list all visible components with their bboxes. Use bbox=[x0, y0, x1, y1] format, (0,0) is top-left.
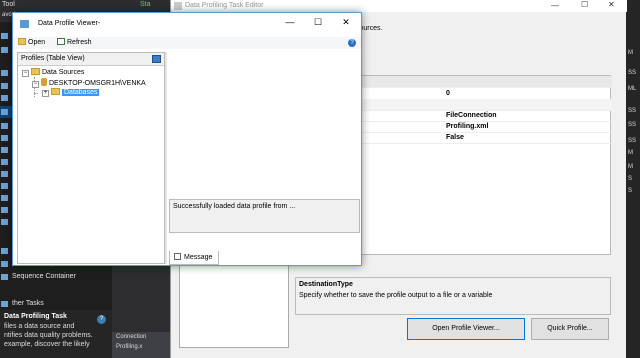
solution-item-label[interactable]: ML bbox=[628, 86, 636, 92]
folder-icon bbox=[51, 88, 60, 95]
viewer-titlebar: Data Profile Viewer- — ☐ ✕ bbox=[13, 13, 361, 35]
open-profile-viewer-button[interactable]: Open Profile Viewer... bbox=[407, 318, 525, 340]
message-icon bbox=[174, 253, 181, 260]
solution-item-label[interactable]: SS bbox=[628, 70, 636, 76]
maximize-icon[interactable]: ☐ bbox=[581, 0, 588, 9]
message-tab-label: Message bbox=[184, 254, 213, 261]
tree-node-label: Data Sources bbox=[42, 69, 85, 76]
toolbox-item-label: Sequence Container bbox=[12, 273, 76, 280]
profiles-tree[interactable]: − Data Sources − DESKTOP-OMSGR1H\VENKA + Da… bbox=[18, 67, 164, 263]
viewer-window-icon bbox=[20, 20, 29, 28]
message-box: Successfully loaded data profile from ..… bbox=[169, 199, 360, 233]
grid-row-value: False bbox=[446, 134, 464, 141]
tree-node-label-selected: Databases bbox=[62, 89, 100, 96]
property-description: DestinationType Specify whether to save … bbox=[295, 277, 611, 315]
solution-item-label[interactable]: SS bbox=[628, 108, 636, 114]
task-icon bbox=[1, 301, 8, 307]
refresh-label: Refresh bbox=[67, 39, 92, 46]
task-icon bbox=[1, 274, 8, 280]
viewer-close-icon[interactable]: ✕ bbox=[339, 17, 353, 28]
connection-managers-strip: Connection Profiling.x bbox=[112, 332, 172, 358]
refresh-button[interactable]: Refresh bbox=[57, 38, 92, 46]
task-icon bbox=[1, 171, 8, 177]
task-icon bbox=[1, 183, 8, 189]
toolbox-tab[interactable]: Tool bbox=[2, 1, 15, 8]
task-icon bbox=[1, 207, 8, 213]
message-tab[interactable]: Message bbox=[169, 251, 219, 265]
connections-tab[interactable]: Connection bbox=[112, 332, 172, 342]
task-icon bbox=[1, 147, 8, 153]
task-icon bbox=[1, 248, 8, 254]
tree-node-databases[interactable]: + Databases bbox=[42, 88, 100, 98]
solution-explorer-strip: M SS ML SS SS SS M M S S bbox=[626, 0, 640, 358]
server-icon bbox=[41, 78, 47, 86]
help-line: example, discover the likely bbox=[4, 341, 90, 348]
task-icon bbox=[1, 33, 8, 39]
profiles-header-label: Profiles (Table View) bbox=[21, 55, 85, 62]
profiles-header: Profiles (Table View) bbox=[18, 53, 164, 66]
solution-item-label[interactable]: SS bbox=[628, 122, 636, 128]
task-icon bbox=[1, 135, 8, 141]
folder-icon bbox=[31, 68, 40, 75]
refresh-icon bbox=[57, 38, 65, 45]
expand-icon[interactable]: + bbox=[42, 90, 49, 97]
help-icon[interactable]: ? bbox=[97, 315, 106, 324]
description-title: DestinationType bbox=[299, 281, 353, 288]
viewer-toolbar: Open Refresh ? bbox=[13, 37, 361, 49]
task-icon bbox=[1, 70, 8, 76]
start-button[interactable]: Sta bbox=[140, 1, 151, 8]
viewer-title: Data Profile Viewer- bbox=[38, 20, 101, 27]
task-icon bbox=[1, 95, 8, 101]
view-toggle-icon[interactable] bbox=[152, 55, 161, 63]
profiling-connection-item[interactable]: Profiling.x bbox=[112, 342, 172, 352]
close-icon[interactable]: ✕ bbox=[608, 0, 615, 9]
editor-title: Data Profiling Task Editor bbox=[185, 2, 264, 9]
toolbox-item[interactable]: Sequence Container bbox=[0, 271, 112, 283]
description-text: Specify whether to save the profile outp… bbox=[299, 292, 493, 299]
data-profile-viewer-window: Data Profile Viewer- — ☐ ✕ Open Refresh … bbox=[12, 12, 362, 266]
viewer-minimize-icon[interactable]: — bbox=[283, 17, 297, 27]
toolbox-item-label: ther Tasks bbox=[12, 300, 44, 307]
task-icon bbox=[1, 159, 8, 165]
toolbox-help-panel: Data Profiling Task files a data source … bbox=[0, 310, 112, 358]
profile-detail-pane bbox=[167, 52, 360, 192]
toolbox-item[interactable]: ther Tasks bbox=[0, 298, 112, 310]
quick-profile-button[interactable]: Quick Profile... bbox=[531, 318, 609, 340]
collapse-icon[interactable]: − bbox=[22, 70, 29, 77]
vs-menu-strip: Tool Sta bbox=[0, 0, 170, 12]
task-icon bbox=[1, 109, 8, 115]
solution-item-label[interactable]: SS bbox=[628, 138, 636, 144]
task-icon bbox=[1, 219, 8, 225]
help-line: ntifies data quality problems. bbox=[4, 332, 93, 339]
open-label: Open bbox=[28, 39, 46, 46]
editor-window-icon bbox=[174, 2, 182, 10]
solution-item-label[interactable]: M bbox=[628, 50, 633, 56]
open-folder-icon bbox=[18, 38, 26, 45]
solution-item-label[interactable]: M bbox=[628, 164, 633, 170]
task-icon bbox=[1, 83, 8, 89]
task-icon bbox=[1, 261, 8, 267]
viewer-maximize-icon[interactable]: ☐ bbox=[311, 17, 325, 28]
editor-left-pane[interactable] bbox=[179, 260, 289, 348]
tree-node-label: DESKTOP-OMSGR1H\VENKA bbox=[49, 80, 146, 87]
solution-item-label[interactable]: S bbox=[628, 176, 632, 182]
viewer-help-icon[interactable]: ? bbox=[348, 39, 356, 47]
solution-item-label[interactable]: S bbox=[628, 188, 632, 194]
task-icon bbox=[1, 123, 8, 129]
task-icon bbox=[1, 195, 8, 201]
message-text: Successfully loaded data profile from ..… bbox=[173, 203, 296, 210]
collapse-icon[interactable]: − bbox=[32, 81, 39, 88]
help-title: Data Profiling Task bbox=[4, 313, 67, 320]
tree-node-server[interactable]: − DESKTOP-OMSGR1H\VENKA bbox=[32, 78, 146, 88]
profiles-pane: Profiles (Table View) − Data Sources − DES… bbox=[17, 52, 165, 264]
tree-node-data-sources[interactable]: − Data Sources bbox=[22, 68, 84, 78]
help-line: files a data source and bbox=[4, 323, 75, 330]
minimize-icon[interactable]: — bbox=[551, 1, 559, 10]
open-button[interactable]: Open bbox=[18, 38, 45, 46]
task-icon bbox=[1, 47, 8, 53]
solution-item-label[interactable]: M bbox=[628, 150, 633, 156]
